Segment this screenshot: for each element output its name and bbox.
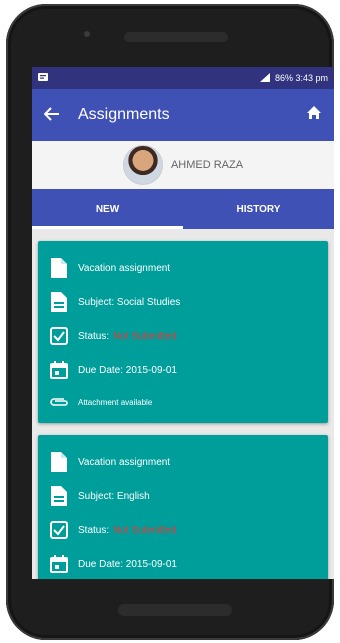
subject-document-icon: [48, 291, 70, 313]
checkbox-icon: [48, 325, 70, 347]
front-camera: [84, 31, 90, 37]
assignment-title-row: Vacation assignment: [48, 251, 318, 285]
status-value: Not Submitted: [113, 524, 177, 536]
document-icon: [48, 257, 70, 279]
calendar-icon: [48, 553, 70, 575]
tab-history[interactable]: HISTORY: [183, 189, 334, 229]
profile-header: AHMED RAZA: [32, 141, 334, 189]
assignment-subject: Subject: English: [78, 490, 150, 502]
assignment-subject: Subject: Social Studies: [78, 296, 181, 308]
arrow-back-icon[interactable]: [43, 104, 60, 127]
signal-icon: [259, 72, 270, 84]
app-toolbar: Assignments: [32, 89, 334, 141]
earpiece-speaker: [124, 32, 228, 42]
assignment-card[interactable]: Vacation assignment Subject: English Sta…: [38, 435, 328, 579]
assignment-title: Vacation assignment: [78, 456, 171, 468]
checkbox-icon: [48, 519, 70, 541]
tab-new[interactable]: NEW: [32, 189, 183, 229]
due-date: Due Date: 2015-09-01: [78, 558, 177, 570]
assignment-card[interactable]: Vacation assignment Subject: Social Stud…: [38, 241, 328, 423]
assignment-list: Vacation assignment Subject: Social Stud…: [32, 229, 334, 579]
assignment-due-row: Due Date: 2015-09-01: [48, 547, 318, 579]
document-icon: [48, 451, 70, 473]
assignment-title: Vacation assignment: [78, 262, 171, 274]
status-bar: 86% 3:43 pm: [32, 67, 334, 89]
assignment-status-row: Status: Not Submitted: [48, 319, 318, 353]
attachment-label: Attachment available: [78, 397, 153, 407]
tab-bar: NEW HISTORY: [32, 189, 334, 229]
app-screen: 86% 3:43 pm Assignments AHMED RAZA NEW H…: [32, 67, 334, 579]
status-text: 86% 3:43 pm: [274, 73, 328, 83]
home-icon[interactable]: [306, 105, 322, 125]
due-date: Due Date: 2015-09-01: [78, 364, 177, 376]
avatar: [122, 145, 163, 185]
assignment-status-row: Status: Not Submitted: [48, 513, 318, 547]
status-label: Status:: [78, 330, 110, 342]
calendar-icon: [48, 359, 70, 381]
assignment-title-row: Vacation assignment: [48, 445, 318, 479]
status-label: Status:: [78, 524, 110, 536]
paperclip-icon: [48, 391, 70, 413]
assignment-due-row: Due Date: 2015-09-01: [48, 353, 318, 387]
attachment-row[interactable]: Attachment available: [48, 387, 318, 417]
assignment-subject-row: Subject: English: [48, 479, 318, 513]
subject-document-icon: [48, 485, 70, 507]
assignment-subject-row: Subject: Social Studies: [48, 285, 318, 319]
status-value: Not Submitted: [113, 330, 177, 342]
bottom-speaker: [118, 604, 232, 616]
page-title: Assignments: [78, 106, 170, 123]
profile-name: AHMED RAZA: [170, 159, 244, 171]
phone-frame: 86% 3:43 pm Assignments AHMED RAZA NEW H…: [6, 4, 334, 640]
notification-icon: [38, 73, 48, 83]
status-right: 86% 3:43 pm: [259, 72, 328, 84]
